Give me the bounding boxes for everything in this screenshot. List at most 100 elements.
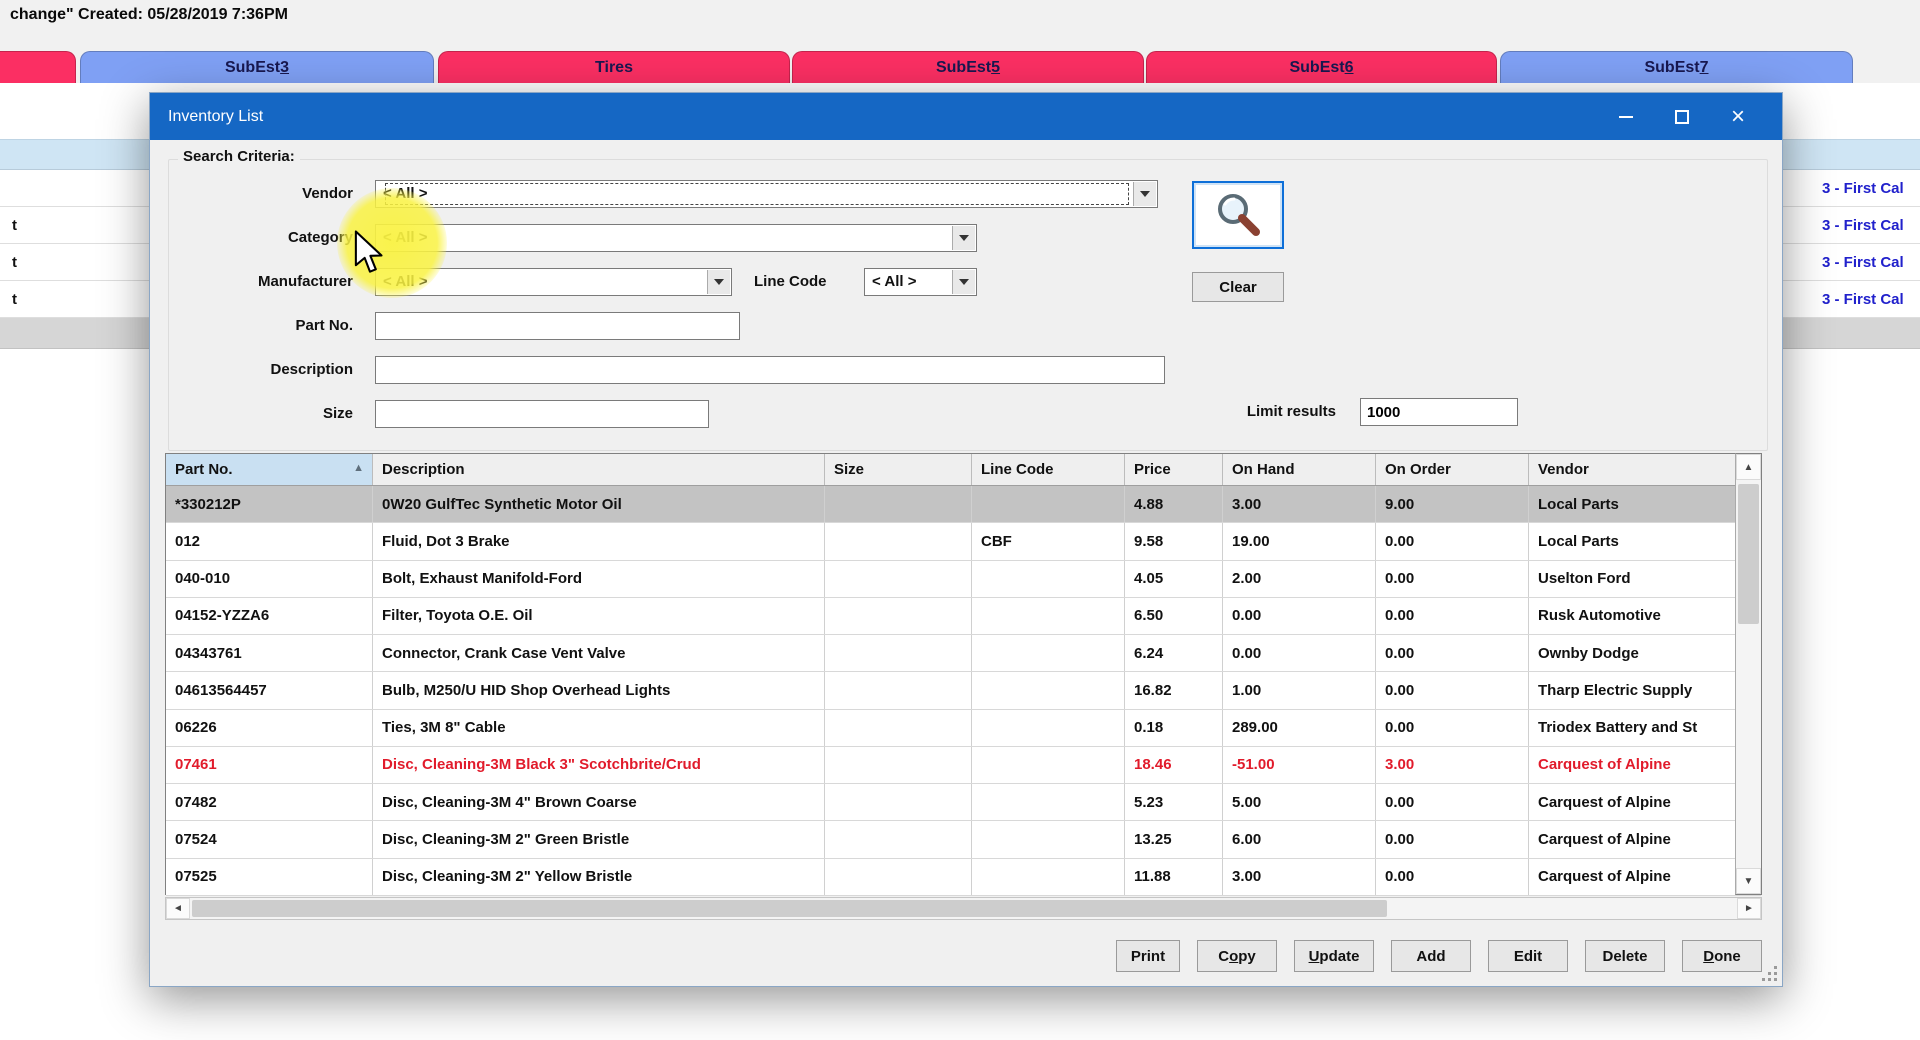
cell-on-hand: -51.00	[1223, 747, 1376, 783]
part-no-input[interactable]	[375, 312, 740, 340]
cell-on-hand: 2.00	[1223, 561, 1376, 597]
tab-subest-7[interactable]: SubEst 7	[1500, 51, 1853, 83]
category-dropdown[interactable]: < All >	[375, 224, 977, 252]
manufacturer-dropdown[interactable]: < All >	[375, 268, 732, 296]
cell-size	[825, 784, 972, 820]
size-input[interactable]	[375, 400, 709, 428]
table-row[interactable]: 040-010Bolt, Exhaust Manifold-Ford4.052.…	[166, 561, 1761, 598]
minimize-button[interactable]	[1598, 93, 1654, 140]
tab-subest-5[interactable]: SubEst 5	[792, 51, 1144, 83]
edit-button[interactable]: Edit	[1488, 940, 1568, 972]
scroll-down-icon: ▼	[1744, 876, 1754, 887]
cell-on-hand: 6.00	[1223, 821, 1376, 857]
cell-part-no: 07525	[166, 859, 373, 895]
vendor-label: Vendor	[170, 180, 353, 208]
vendor-dropdown[interactable]: < All >	[375, 180, 1158, 208]
cell-on-hand: 1.00	[1223, 672, 1376, 708]
column-header-price[interactable]: Price	[1125, 454, 1223, 485]
cell-vendor: Carquest of Alpine	[1529, 821, 1737, 857]
maximize-button[interactable]	[1654, 93, 1710, 140]
print-button[interactable]: Print	[1116, 940, 1180, 972]
grid-header-row: Part No.▲DescriptionSize Line Code Price On…	[166, 454, 1761, 486]
line-code-dropdown[interactable]: < All >	[864, 268, 977, 296]
cell-vendor: Ownby Dodge	[1529, 635, 1737, 671]
close-button[interactable]: ×	[1710, 93, 1766, 140]
table-row[interactable]: 06226Ties, 3M 8" Cable0.18289.000.00Trio…	[166, 710, 1761, 747]
table-row[interactable]: 07524Disc, Cleaning-3M 2" Green Bristle1…	[166, 821, 1761, 858]
vendor-dropdown-value: < All >	[383, 181, 1131, 207]
cell-on-order: 0.00	[1376, 523, 1529, 559]
table-row[interactable]: 07525Disc, Cleaning-3M 2" Yellow Bristle…	[166, 859, 1761, 896]
table-row[interactable]: 04152-YZZA6Filter, Toyota O.E. Oil6.500.…	[166, 598, 1761, 635]
column-header-size[interactable]: Size	[825, 454, 972, 485]
table-row[interactable]: 012Fluid, Dot 3 BrakeCBF9.5819.000.00Loc…	[166, 523, 1761, 560]
chevron-down-icon[interactable]	[952, 226, 975, 250]
maximize-icon	[1675, 110, 1689, 124]
done-button[interactable]: Done	[1682, 940, 1762, 972]
table-row[interactable]: 07461Disc, Cleaning-3M Black 3" Scotchbr…	[166, 747, 1761, 784]
column-header-vendor[interactable]: Vendor	[1529, 454, 1737, 485]
tab-label: SubEst	[225, 59, 280, 77]
grid-body: *330212P0W20 GulfTec Synthetic Motor Oil…	[166, 486, 1761, 896]
cell-price: 16.82	[1125, 672, 1223, 708]
clear-button[interactable]: Clear	[1192, 272, 1284, 302]
cell-price: 18.46	[1125, 747, 1223, 783]
tab-subest-6[interactable]: SubEst 6	[1146, 51, 1497, 83]
table-row[interactable]: 04613564457Bulb, M250/U HID Shop Overhea…	[166, 672, 1761, 709]
horizontal-scroll-thumb[interactable]	[192, 900, 1387, 917]
add-button[interactable]: Add	[1391, 940, 1471, 972]
chevron-down-icon[interactable]	[707, 270, 730, 294]
column-header-on-hand[interactable]: On Hand	[1223, 454, 1376, 485]
tab-tires[interactable]: Tires	[438, 51, 790, 83]
column-label: Price	[1134, 461, 1171, 478]
tab-partial[interactable]	[0, 51, 76, 83]
delete-button[interactable]: Delete	[1585, 940, 1665, 972]
cell-description: Connector, Crank Case Vent Valve	[373, 635, 825, 671]
update-button[interactable]: Update	[1294, 940, 1374, 972]
cell-price: 11.88	[1125, 859, 1223, 895]
clipped-cell-text: t	[12, 281, 17, 318]
limit-results-input[interactable]	[1360, 398, 1518, 426]
cell-price: 4.88	[1125, 486, 1223, 522]
horizontal-scrollbar[interactable]: ◄ ►	[165, 897, 1762, 920]
tab-subest-3[interactable]: SubEst 3	[80, 51, 434, 83]
column-label: On Order	[1385, 461, 1451, 478]
added-from-value: 3 - First Cal	[1822, 281, 1904, 318]
cell-description: Bolt, Exhaust Manifold-Ford	[373, 561, 825, 597]
table-row[interactable]: 07482Disc, Cleaning-3M 4" Brown Coarse5.…	[166, 784, 1761, 821]
minimize-icon	[1619, 116, 1633, 118]
column-header-line-code[interactable]: Line Code	[972, 454, 1125, 485]
chevron-down-icon[interactable]	[1133, 182, 1156, 206]
tab-hotkey: 5	[991, 59, 1000, 77]
column-header-part-no[interactable]: Part No.▲	[166, 454, 373, 485]
copy-button[interactable]: Copy	[1197, 940, 1277, 972]
cell-vendor: Carquest of Alpine	[1529, 859, 1737, 895]
dialog-titlebar[interactable]: Inventory List ×	[150, 93, 1782, 140]
scroll-right-button[interactable]: ►	[1737, 898, 1761, 919]
scroll-left-button[interactable]: ◄	[166, 898, 190, 919]
cell-price: 13.25	[1125, 821, 1223, 857]
cell-part-no: 07524	[166, 821, 373, 857]
cell-description: Fluid, Dot 3 Brake	[373, 523, 825, 559]
scroll-up-button[interactable]: ▲	[1736, 454, 1761, 480]
description-input[interactable]	[375, 356, 1165, 384]
cell-part-no: 07461	[166, 747, 373, 783]
table-row[interactable]: *330212P0W20 GulfTec Synthetic Motor Oil…	[166, 486, 1761, 523]
cell-part-no: 07482	[166, 784, 373, 820]
vertical-scroll-thumb[interactable]	[1738, 484, 1759, 624]
cell-line-code	[972, 747, 1125, 783]
search-button[interactable]	[1192, 181, 1284, 249]
scroll-down-button[interactable]: ▼	[1736, 868, 1761, 894]
cell-line-code: CBF	[972, 523, 1125, 559]
table-row[interactable]: 04343761Connector, Crank Case Vent Valve…	[166, 635, 1761, 672]
resize-grip[interactable]	[1759, 963, 1777, 981]
column-label: Line Code	[981, 461, 1054, 478]
cell-on-order: 0.00	[1376, 672, 1529, 708]
vertical-scrollbar[interactable]: ▲ ▼	[1735, 453, 1762, 895]
tab-label: SubEst	[1289, 59, 1344, 77]
column-header-on-order[interactable]: On Order	[1376, 454, 1529, 485]
cell-description: Disc, Cleaning-3M Black 3" Scotchbrite/C…	[373, 747, 825, 783]
clipped-cell-text: t	[12, 207, 17, 244]
chevron-down-icon[interactable]	[952, 270, 975, 294]
column-header-description[interactable]: Description	[373, 454, 825, 485]
